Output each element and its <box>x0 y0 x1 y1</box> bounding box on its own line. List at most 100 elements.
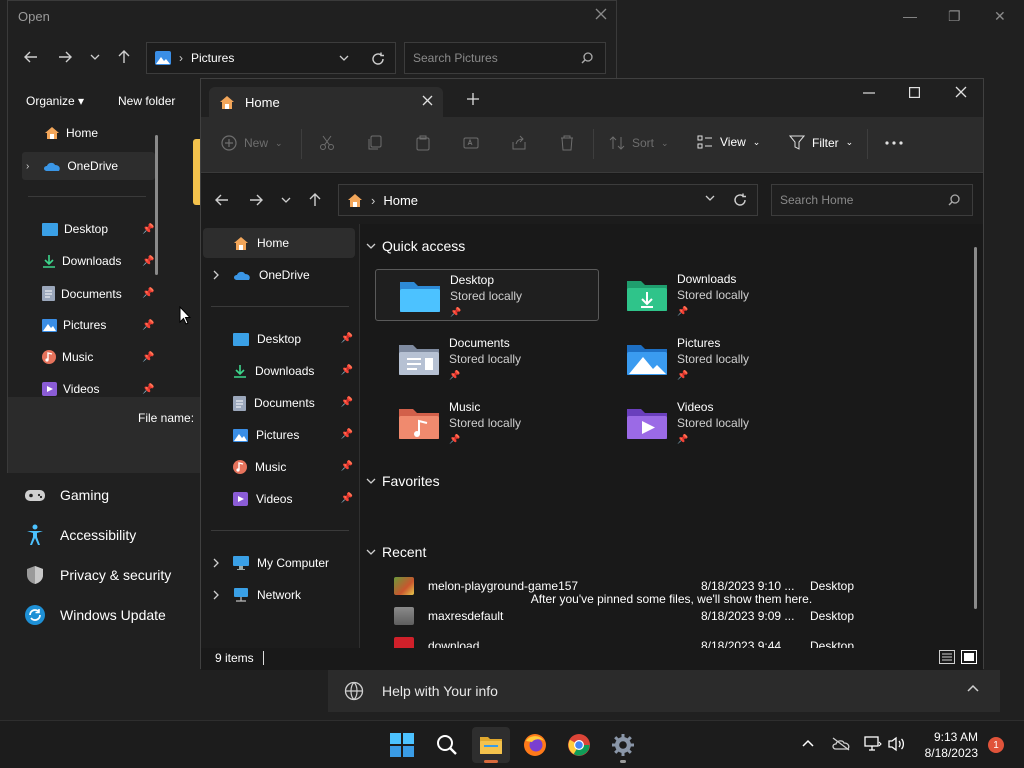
close-icon[interactable] <box>955 86 967 98</box>
chrome-taskbar-button[interactable] <box>560 727 598 763</box>
copy-icon[interactable] <box>367 135 383 151</box>
chevron-right-icon[interactable] <box>213 558 219 568</box>
sidebar-item-videos[interactable]: Videos <box>42 382 99 396</box>
share-icon[interactable] <box>511 135 527 151</box>
sidebar-item-onedrive[interactable]: OneDrive <box>203 260 355 290</box>
settings-taskbar-button[interactable] <box>604 727 642 763</box>
volume-icon[interactable] <box>888 736 906 752</box>
section-quick-access[interactable]: Quick access <box>366 238 465 254</box>
up-arrow-icon[interactable] <box>118 50 130 64</box>
recent-row[interactable]: maxresdefault 8/18/2023 9:09 ... Desktop <box>394 604 954 628</box>
minimize-icon[interactable] <box>863 92 875 94</box>
quick-access-pictures[interactable]: Pictures Stored locally 📌 <box>603 333 827 385</box>
forward-arrow-icon[interactable] <box>249 194 263 206</box>
cut-icon[interactable] <box>319 135 335 151</box>
sidebar-item-my-computer[interactable]: My Computer <box>203 548 355 578</box>
recent-row[interactable]: melon-playground-game157 8/18/2023 9:10 … <box>394 574 954 598</box>
forward-arrow-icon[interactable] <box>58 51 72 63</box>
more-options-icon[interactable] <box>885 141 903 145</box>
search-button[interactable] <box>428 727 466 763</box>
sidebar-item-onedrive[interactable]: › OneDrive <box>22 152 155 180</box>
content-scrollbar[interactable] <box>974 247 977 609</box>
paste-icon[interactable] <box>415 135 431 151</box>
pin-icon[interactable]: 📌 <box>341 493 353 504</box>
refresh-icon[interactable] <box>733 193 747 207</box>
start-button[interactable] <box>383 727 421 763</box>
rename-icon[interactable] <box>463 135 479 151</box>
tiles-view-icon[interactable] <box>961 650 977 664</box>
settings-nav-accessibility[interactable]: Accessibility <box>24 524 136 546</box>
quick-access-documents[interactable]: Documents Stored locally 📌 <box>375 333 599 385</box>
delete-icon[interactable] <box>559 135 575 151</box>
sidebar-item-videos[interactable]: Videos 📌 <box>203 484 355 514</box>
sidebar-item-pictures[interactable]: Pictures 📌 <box>203 420 355 450</box>
quick-access-videos[interactable]: Videos Stored locally 📌 <box>603 397 827 449</box>
settings-minimize-button[interactable]: — <box>903 8 917 24</box>
chevron-up-icon[interactable] <box>966 683 980 693</box>
sidebar-item-pictures[interactable]: Pictures <box>42 318 106 332</box>
sidebar-item-network[interactable]: Network <box>203 580 355 610</box>
filter-button[interactable]: Filter ⌄ <box>789 135 853 150</box>
search-input[interactable]: Search Home <box>771 184 973 216</box>
sidebar-item-documents[interactable]: Documents 📌 <box>203 388 355 418</box>
settings-nav-gaming[interactable]: Gaming <box>24 484 109 506</box>
sidebar-item-desktop[interactable]: Desktop <box>42 222 108 236</box>
show-hidden-icons-chevron-icon[interactable] <box>802 739 814 747</box>
network-status-icon[interactable] <box>864 736 882 752</box>
settings-nav-windows-update[interactable]: Windows Update <box>24 604 166 626</box>
sidebar-item-home[interactable]: Home <box>44 126 98 140</box>
chevron-right-icon[interactable] <box>213 590 219 600</box>
sidebar-item-downloads[interactable]: Downloads 📌 <box>203 356 355 386</box>
new-tab-icon[interactable] <box>467 93 479 105</box>
dialog-sidebar-scrollbar[interactable] <box>155 135 158 275</box>
file-explorer-taskbar-button[interactable] <box>472 727 510 763</box>
view-button[interactable]: View ⌄ <box>697 135 760 149</box>
firefox-taskbar-button[interactable] <box>516 727 554 763</box>
address-bar[interactable]: › Home <box>338 184 758 216</box>
quick-access-music[interactable]: Music Stored locally 📌 <box>375 397 599 449</box>
pin-icon[interactable]: 📌 <box>341 397 353 408</box>
sort-button[interactable]: Sort ⌄ <box>609 135 669 151</box>
section-favorites[interactable]: Favorites <box>366 473 440 489</box>
chevron-right-icon[interactable]: › <box>26 161 29 172</box>
clock[interactable]: 9:13 AM 8/18/2023 <box>925 729 978 761</box>
pin-icon[interactable]: 📌 <box>341 461 353 472</box>
back-arrow-icon[interactable] <box>215 194 229 206</box>
notification-badge[interactable]: 1 <box>988 737 1004 753</box>
new-button[interactable]: New ⌄ <box>221 135 283 151</box>
up-arrow-icon[interactable] <box>309 193 321 207</box>
sidebar-item-home[interactable]: Home <box>203 228 355 258</box>
recent-row[interactable]: download 8/18/2023 9:44 ... Desktop <box>394 634 954 648</box>
tab-home[interactable]: Home <box>209 87 443 117</box>
pin-icon[interactable]: 📌 <box>341 429 353 440</box>
address-bar[interactable]: › Pictures <box>146 42 396 74</box>
help-with-info-row[interactable]: Help with Your info <box>328 670 1000 712</box>
chevron-down-icon[interactable] <box>339 55 349 61</box>
refresh-icon[interactable] <box>371 52 385 66</box>
settings-close-button[interactable]: ✕ <box>994 8 1006 25</box>
pin-icon[interactable]: 📌 <box>341 365 353 376</box>
back-arrow-icon[interactable] <box>24 51 38 63</box>
sidebar-item-documents[interactable]: Documents <box>42 286 122 301</box>
sidebar-item-music[interactable]: Music <box>42 350 93 364</box>
sidebar-item-downloads[interactable]: Downloads <box>42 254 121 268</box>
details-view-icon[interactable] <box>939 650 955 664</box>
organize-button[interactable]: Organize ▾ <box>26 94 84 108</box>
settings-nav-privacy[interactable]: Privacy & security <box>24 564 171 586</box>
sidebar-item-music[interactable]: Music 📌 <box>203 452 355 482</box>
maximize-icon[interactable] <box>909 87 920 98</box>
new-folder-button[interactable]: New folder <box>118 94 175 108</box>
pin-icon[interactable]: 📌 <box>341 333 353 344</box>
search-input[interactable]: Search Pictures <box>404 42 606 74</box>
recent-locations-chevron-icon[interactable] <box>90 54 100 60</box>
quick-access-desktop[interactable]: Desktop Stored locally 📌 <box>375 269 599 321</box>
close-tab-icon[interactable] <box>422 95 433 106</box>
onedrive-offline-icon[interactable] <box>832 737 850 751</box>
dialog-close-button[interactable] <box>594 7 608 21</box>
sidebar-item-desktop[interactable]: Desktop 📌 <box>203 324 355 354</box>
quick-access-downloads[interactable]: Downloads Stored locally 📌 <box>603 269 827 321</box>
section-recent[interactable]: Recent <box>366 544 426 560</box>
chevron-right-icon[interactable] <box>213 270 219 280</box>
chevron-down-icon[interactable] <box>705 195 715 201</box>
settings-maximize-button[interactable]: ❐ <box>948 8 961 25</box>
